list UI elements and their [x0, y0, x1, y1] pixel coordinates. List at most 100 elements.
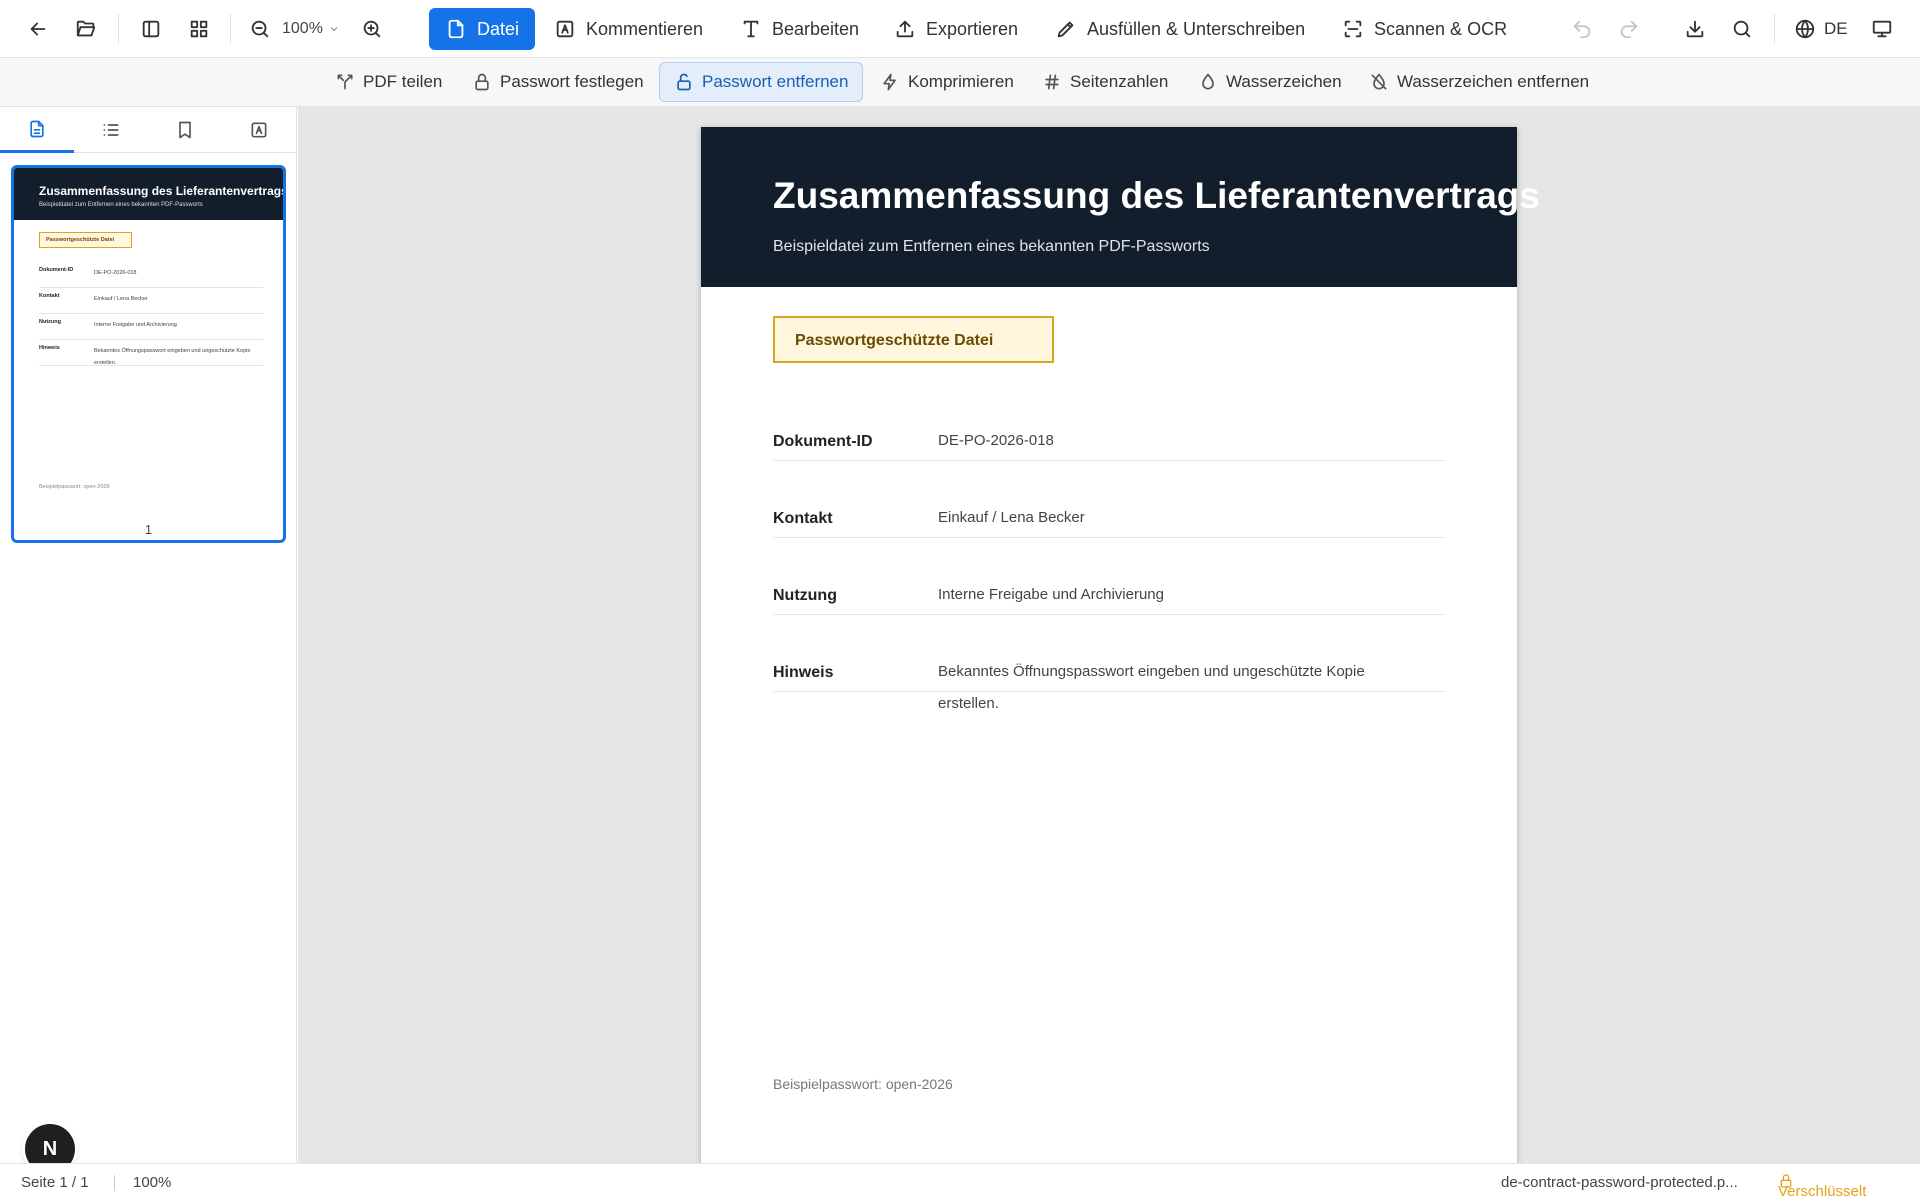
encryption-label: Verschlüsselt [1778, 1183, 1867, 1200]
info-row: Hinweis Bekanntes Öffnungspasswort einge… [773, 654, 1445, 712]
status-divider [114, 1175, 115, 1191]
tab-label: Ausfüllen & Unterschreiben [1087, 18, 1306, 39]
row-value: Bekanntes Öffnungspasswort eingeben und … [94, 348, 251, 366]
tab-exportieren[interactable]: Exportieren [878, 8, 1034, 50]
document-subtitle: Beispieldatei zum Entfernen eines bekann… [773, 238, 1210, 255]
tab-ausfuellen-unterschreiben[interactable]: Ausfüllen & Unterschreiben [1039, 8, 1321, 50]
row-value: Bekanntes Öffnungspasswort eingeben und … [938, 663, 1365, 712]
thumbnail-row: Dokument-ID DE-PO-2026-018 [39, 263, 263, 288]
thumbnail-page-number: 1 [144, 522, 153, 537]
thumbnail-row: Nutzung Interne Freigabe und Archivierun… [39, 315, 263, 340]
main-toolbar: 100% Datei Kommentieren Bearbeiten Expor… [0, 0, 1920, 58]
zoom-select[interactable]: 100% [282, 9, 346, 49]
toolbar-divider [118, 14, 119, 44]
tab-scannen-ocr[interactable]: Scannen & OCR [1326, 8, 1523, 50]
download-icon [1686, 20, 1704, 38]
presentation-button[interactable] [1862, 9, 1902, 49]
back-button[interactable] [18, 9, 58, 49]
search-button[interactable] [1722, 9, 1762, 49]
komprimieren-button[interactable]: Komprimieren [866, 62, 1028, 102]
wasserzeichen-entfernen-button[interactable]: Wasserzeichen entfernen [1355, 62, 1603, 102]
zoom-out-button[interactable] [240, 9, 280, 49]
row-value: DE-PO-2026-018 [938, 432, 1054, 449]
subbar-label: PDF teilen [363, 72, 443, 91]
status-zoom: 100% [133, 1174, 172, 1191]
sidebar-tabs [0, 107, 297, 153]
split-icon [337, 74, 353, 90]
toolbar-divider [1774, 14, 1775, 44]
zoom-in-button[interactable] [352, 9, 392, 49]
document-title: Zusammenfassung des Lieferantenvertrags [773, 175, 1540, 216]
row-key: Hinweis [773, 664, 834, 681]
row-value: DE-PO-2026-018 [94, 270, 137, 276]
annotation-icon [556, 20, 574, 38]
download-button[interactable] [1675, 9, 1715, 49]
info-row: Nutzung Interne Freigabe und Archivierun… [773, 577, 1445, 615]
tab-pages[interactable] [0, 107, 74, 153]
droplet-off-icon [1371, 73, 1387, 90]
scan-icon [1344, 20, 1362, 38]
pen-icon [1057, 21, 1074, 38]
info-row: Dokument-ID DE-PO-2026-018 [773, 423, 1445, 461]
subbar-label: Seitenzahlen [1070, 72, 1169, 91]
page-icon [30, 120, 44, 137]
tab-label: Kommentieren [586, 18, 704, 39]
passwort-entfernen-button[interactable]: Passwort entfernen [659, 62, 864, 102]
document-canvas[interactable]: Zusammenfassung des Lieferantenvertrags … [298, 107, 1920, 1163]
row-value: Einkauf / Lena Becker [938, 509, 1085, 526]
status-bar: Seite 1 / 1 100% de-contract-password-pr… [0, 1163, 1920, 1200]
droplet-icon [1202, 73, 1214, 90]
bookmark-icon [179, 121, 191, 139]
seitenzahlen-button[interactable]: Seitenzahlen [1028, 62, 1182, 102]
tab-bearbeiten[interactable]: Bearbeiten [724, 8, 875, 50]
passwort-festlegen-button[interactable]: Passwort festlegen [458, 62, 658, 102]
monitor-icon [1872, 20, 1892, 38]
undo-button[interactable] [1562, 9, 1602, 49]
zoom-in-icon [363, 20, 381, 38]
zoom-out-icon [251, 20, 269, 38]
thumbnail-row: Hinweis Bekanntes Öffnungspasswort einge… [39, 341, 263, 366]
open-file-button[interactable] [66, 9, 106, 49]
sidebar: Zusammenfassung des Lieferantenvertrags … [0, 107, 297, 1163]
unlock-icon [677, 73, 691, 91]
subbar-label: Passwort entfernen [702, 72, 849, 91]
subbar-label: Passwort festlegen [500, 72, 644, 91]
thumbnail-header: Zusammenfassung des Lieferantenvertrags … [14, 168, 283, 220]
grid-icon [190, 20, 208, 38]
tab-label: Bearbeiten [772, 18, 860, 39]
row-value: Interne Freigabe und Archivierung [94, 322, 177, 328]
thumbnail-title: Zusammenfassung des Lieferantenvertrags [39, 184, 286, 198]
tab-label: Scannen & OCR [1374, 18, 1508, 39]
toggle-sidebar-button[interactable] [131, 9, 171, 49]
filename: de-contract-password-protected.p... [1501, 1174, 1738, 1191]
tab-kommentieren[interactable]: Kommentieren [538, 8, 719, 50]
text-icon [743, 20, 759, 38]
toolbar-divider [230, 14, 231, 44]
language-label: DE [1824, 19, 1848, 38]
row-value: Interne Freigabe und Archivierung [938, 586, 1164, 603]
subbar-label: Komprimieren [908, 72, 1014, 91]
undo-icon [1573, 20, 1591, 39]
page-thumbnail[interactable]: Zusammenfassung des Lieferantenvertrags … [11, 165, 286, 543]
chevron-down-icon [330, 27, 338, 32]
lock-icon [475, 73, 489, 91]
row-key: Hinweis [39, 345, 60, 351]
tab-outline[interactable] [74, 107, 148, 153]
subbar-label: Wasserzeichen entfernen [1397, 72, 1590, 91]
tab-datei[interactable]: Datei [429, 8, 536, 50]
pdf-page: Zusammenfassung des Lieferantenvertrags … [701, 127, 1540, 1163]
redo-icon [1620, 20, 1638, 39]
grid-view-button[interactable] [179, 9, 219, 49]
wasserzeichen-button[interactable]: Wasserzeichen [1184, 62, 1356, 102]
row-key: Nutzung [39, 319, 61, 325]
row-key: Kontakt [773, 510, 833, 527]
language-button[interactable]: DE [1794, 9, 1848, 49]
redo-button[interactable] [1609, 9, 1649, 49]
encryption-status: Verschlüsselt [1778, 1173, 1866, 1200]
tab-bookmarks[interactable] [148, 107, 222, 153]
arrow-left-icon [30, 22, 46, 36]
tab-annotations[interactable] [222, 107, 296, 153]
row-key: Nutzung [773, 587, 837, 604]
page-header: Zusammenfassung des Lieferantenvertrags … [701, 127, 1540, 287]
pdf-teilen-button[interactable]: PDF teilen [321, 62, 456, 102]
